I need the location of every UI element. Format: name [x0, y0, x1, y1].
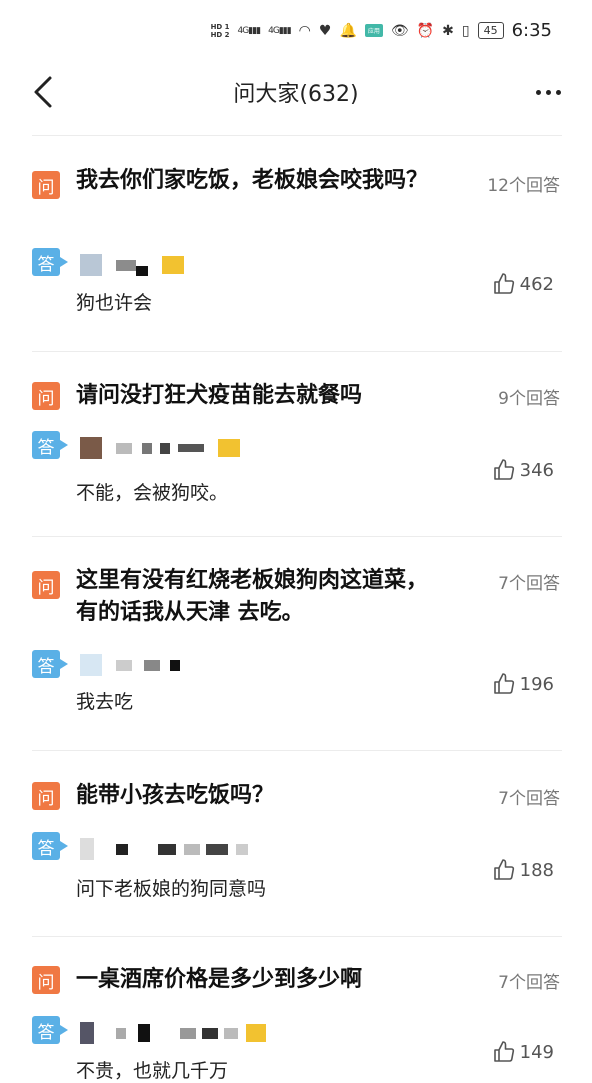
- more-dot-icon: [555, 89, 561, 95]
- thumbs-up-icon: [493, 459, 514, 480]
- answer-text: 不能，会被狗咬。: [76, 482, 229, 504]
- question-text: 一桌酒席价格是多少到多少啊: [76, 967, 363, 992]
- like-count: 188: [519, 859, 554, 881]
- hd-indicators: HD 1 HD 2: [211, 23, 230, 39]
- answer-count[interactable]: 12个回答: [487, 171, 560, 196]
- like-count: 346: [519, 459, 554, 481]
- clock: 6:35: [511, 20, 552, 41]
- nav-bar: 问大家(632): [0, 70, 592, 116]
- answer-tag: 答: [32, 832, 68, 860]
- status-icons: HD 1 HD 2 4G▮▮▮ 4G▮▮▮ ◠ ♥ 🔔 应用 👁 ⏰ ✱ ▯ 4…: [211, 20, 552, 41]
- question-text: 能带小孩去吃饭吗？: [76, 783, 275, 808]
- question-text: 这里有没有红烧老板娘狗肉这道菜，有的话我从天津 去吃。: [76, 568, 429, 625]
- avatar: [80, 838, 248, 860]
- eye-icon: 👁: [390, 22, 409, 39]
- avatar: [80, 437, 240, 459]
- battery-icon: 45: [477, 22, 504, 39]
- divider: [32, 351, 562, 352]
- like-button[interactable]: 188: [492, 858, 554, 882]
- like-count: 196: [519, 673, 554, 695]
- divider: [32, 536, 562, 537]
- answer-tag: 答: [32, 1016, 68, 1044]
- answer-count[interactable]: 9个回答: [498, 384, 560, 409]
- divider: [32, 135, 562, 136]
- hd1-indicator: HD 1: [210, 22, 230, 31]
- answer-count[interactable]: 7个回答: [498, 968, 560, 993]
- status-bar: HD 1 HD 2 4G▮▮▮ 4G▮▮▮ ◠ ♥ 🔔 应用 👁 ⏰ ✱ ▯ 4…: [0, 0, 592, 70]
- answer-tag: 答: [32, 431, 68, 459]
- divider: [32, 936, 562, 937]
- like-button[interactable]: 462: [492, 272, 554, 296]
- divider: [32, 750, 562, 751]
- more-button[interactable]: [528, 74, 568, 110]
- like-count: 149: [519, 1041, 554, 1063]
- answer-text: 不贵，也就几千万: [76, 1060, 229, 1082]
- app-badge: 应用: [364, 24, 383, 37]
- more-dot-icon: [535, 89, 541, 95]
- question-tag: 问: [32, 171, 60, 199]
- page-title: 问大家(632): [233, 82, 359, 107]
- hd2-indicator: HD 2: [210, 30, 230, 39]
- alarm-icon: ⏰: [416, 22, 435, 39]
- avatar: [80, 654, 180, 676]
- question-tag: 问: [32, 571, 60, 599]
- like-button[interactable]: 196: [492, 672, 554, 696]
- bell-icon: 🔔: [339, 22, 357, 39]
- wifi-icon: ◠: [298, 22, 311, 39]
- answer-tag: 答: [32, 248, 68, 276]
- thumbs-up-icon: [493, 673, 514, 694]
- bluetooth-icon: ✱: [442, 22, 454, 39]
- thumbs-up-icon: [493, 859, 514, 880]
- question-tag: 问: [32, 966, 60, 994]
- answer-count[interactable]: 7个回答: [498, 569, 560, 594]
- question-text: 我去你们家吃饭，老板娘会咬我吗？: [76, 168, 429, 193]
- like-count: 462: [519, 273, 554, 295]
- like-button[interactable]: 149: [492, 1040, 554, 1064]
- answer-tag: 答: [32, 650, 68, 678]
- answer-text: 狗也许会: [76, 292, 153, 314]
- thumbs-up-icon: [493, 273, 514, 294]
- heart-icon: ♥: [318, 22, 332, 39]
- answer-text: 我去吃: [76, 691, 134, 713]
- more-dot-icon: [545, 89, 551, 95]
- thumbs-up-icon: [493, 1041, 514, 1062]
- avatar: [80, 254, 184, 276]
- question-tag: 问: [32, 382, 60, 410]
- answer-count[interactable]: 7个回答: [498, 784, 560, 809]
- question-text: 请问没打狂犬疫苗能去就餐吗: [76, 383, 363, 408]
- signal-icon-1: 4G▮▮▮: [237, 25, 262, 36]
- question-tag: 问: [32, 782, 60, 810]
- signal-icon-2: 4G▮▮▮: [268, 25, 292, 36]
- vibrate-icon: ▯: [461, 22, 470, 39]
- avatar: [80, 1022, 266, 1044]
- like-button[interactable]: 346: [492, 458, 554, 482]
- answer-text: 问下老板娘的狗同意吗: [76, 878, 267, 900]
